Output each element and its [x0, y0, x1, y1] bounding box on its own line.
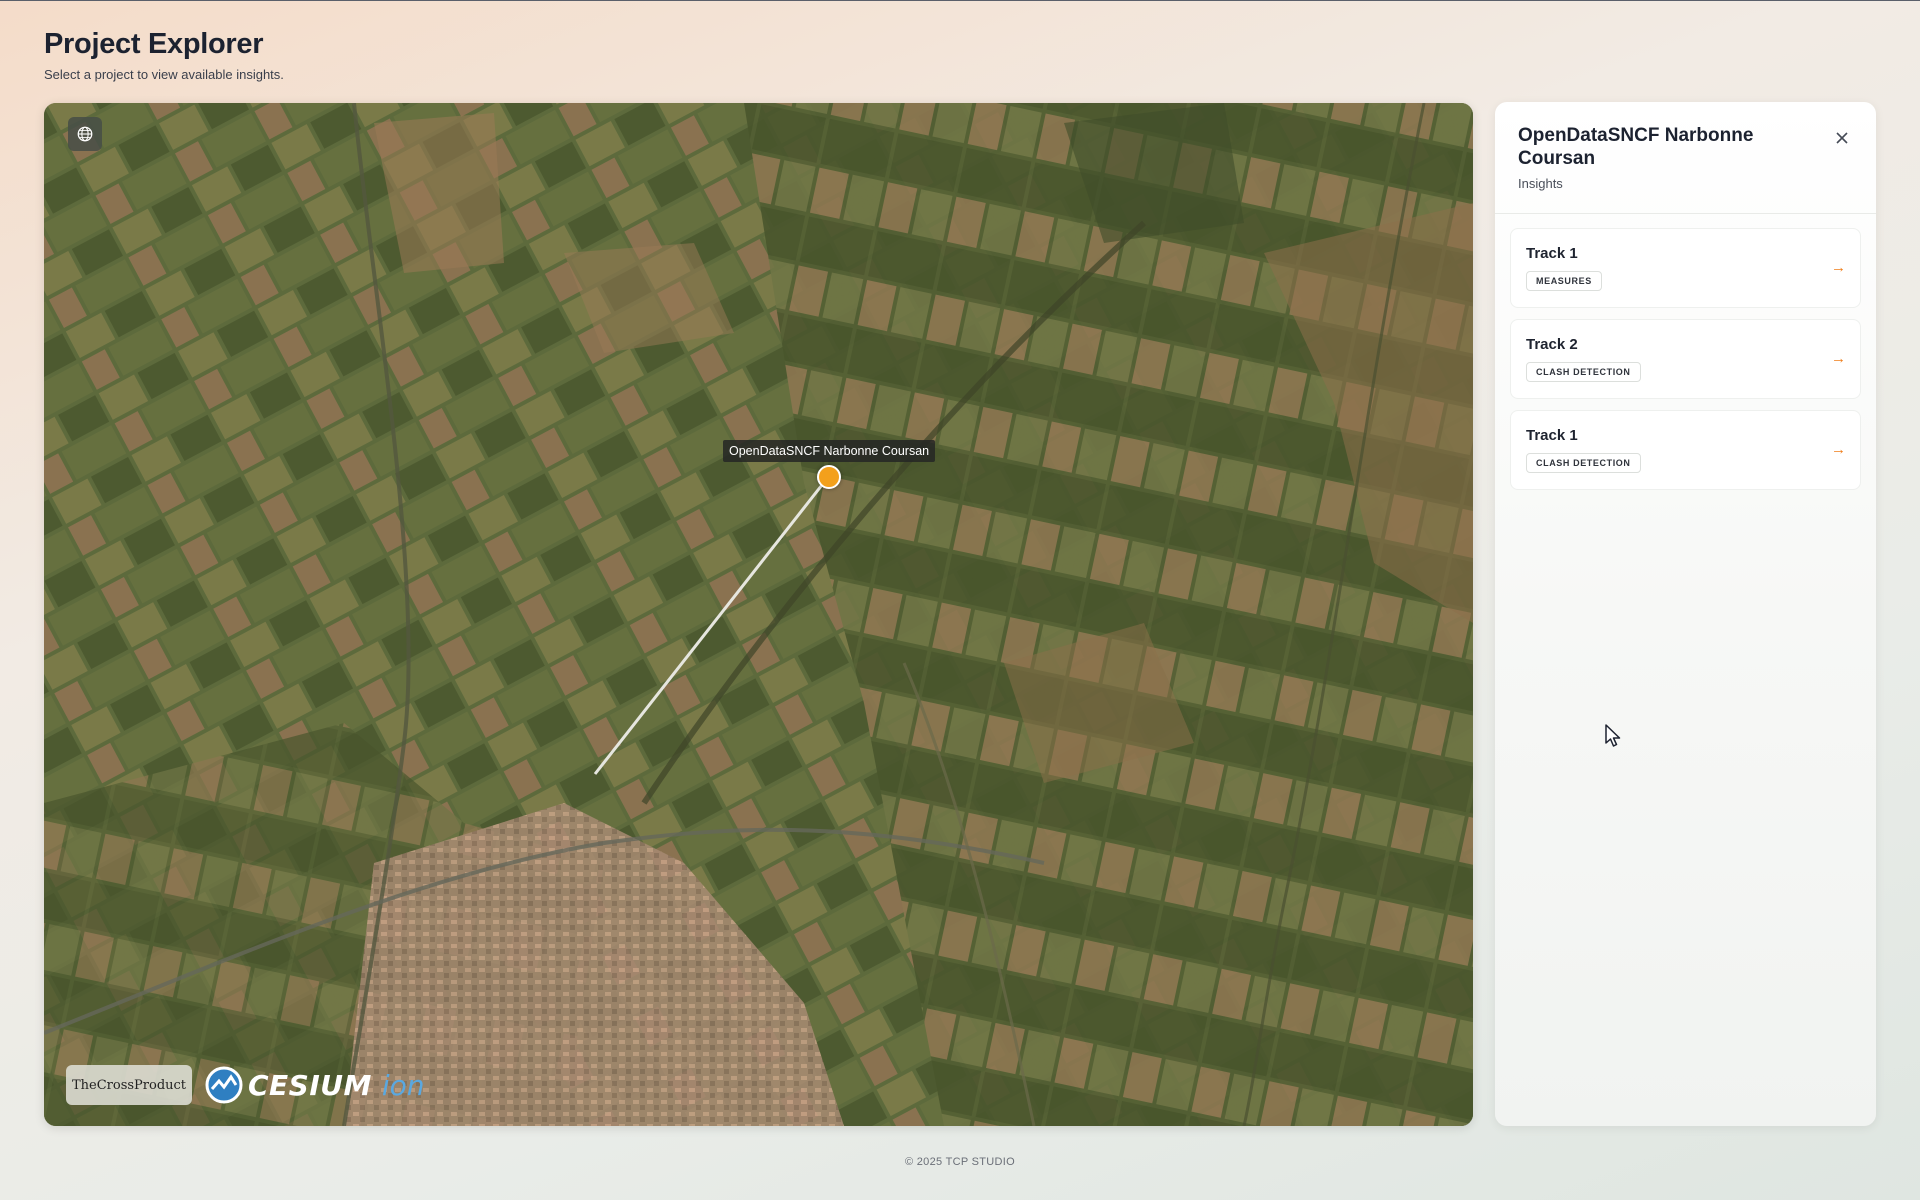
page-title: Project Explorer — [44, 28, 264, 60]
panel-title: OpenDataSNCF Narbonne Coursan — [1518, 125, 1754, 169]
arrow-right-icon[interactable]: → — [1831, 441, 1846, 458]
panel-header: OpenDataSNCF Narbonne Coursan Insights — [1495, 102, 1876, 214]
top-border — [0, 0, 1920, 1]
insight-item[interactable]: Track 1 CLASH DETECTION → — [1510, 410, 1861, 490]
page-header: Project Explorer Select a project to vie… — [44, 28, 284, 82]
insight-tag: CLASH DETECTION — [1526, 453, 1641, 473]
map-viewer[interactable]: OpenDataSNCF Narbonne Coursan TheCrossPr… — [44, 103, 1473, 1126]
insight-tag: MEASURES — [1526, 271, 1602, 291]
page-subtitle: Select a project to view available insig… — [44, 67, 284, 82]
footer-copyright: © 2025 TCP STUDIO — [904, 1156, 1015, 1168]
globe-icon — [77, 126, 93, 142]
cesium-ion-logo: CESIUM ion — [204, 1065, 425, 1105]
arrow-right-icon[interactable]: → — [1831, 259, 1846, 276]
insight-title: Track 2 — [1526, 336, 1578, 353]
tcp-logo-text: TheCrossProduct — [71, 1077, 187, 1093]
insights-panel: OpenDataSNCF Narbonne Coursan Insights T… — [1495, 102, 1876, 1126]
close-button[interactable] — [1832, 128, 1852, 148]
mouse-cursor-icon — [1605, 724, 1621, 747]
insight-item[interactable]: Track 1 MEASURES → — [1510, 228, 1861, 308]
panel-subtitle: Insights — [1518, 176, 1563, 191]
globe-button[interactable] — [68, 117, 102, 151]
close-icon — [1836, 132, 1848, 144]
insight-tag: CLASH DETECTION — [1526, 362, 1641, 382]
satellite-imagery[interactable] — [44, 103, 1473, 1126]
insight-title: Track 1 — [1526, 427, 1578, 444]
project-marker[interactable] — [817, 465, 841, 489]
cesium-word: CESIUM — [248, 1068, 372, 1102]
thecrossproduct-logo: TheCrossProduct — [66, 1065, 192, 1105]
cesium-ion: ion — [381, 1068, 425, 1102]
arrow-right-icon[interactable]: → — [1831, 350, 1846, 367]
marker-label: OpenDataSNCF Narbonne Coursan — [723, 440, 936, 462]
insight-title: Track 1 — [1526, 245, 1578, 262]
insight-item[interactable]: Track 2 CLASH DETECTION → — [1510, 319, 1861, 399]
cesium-logo-icon — [205, 1066, 243, 1104]
insight-list: Track 1 MEASURES → Track 2 CLASH DETECTI… — [1495, 214, 1876, 515]
